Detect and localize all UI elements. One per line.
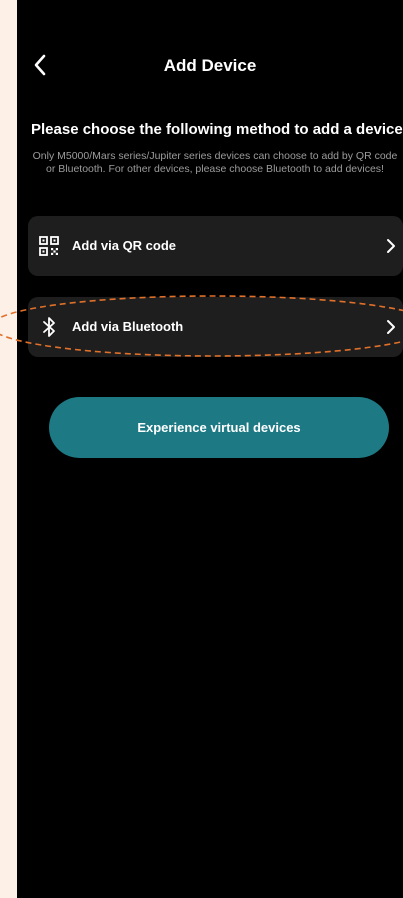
page-title: Add Device [163, 56, 257, 75]
chevron-right-icon [385, 236, 397, 256]
qr-code-icon [38, 235, 60, 257]
experience-virtual-devices-button[interactable]: Experience virtual devices [49, 397, 389, 458]
header-bar: Add Device [17, 46, 403, 88]
option-label: Add via QR code [72, 238, 177, 253]
add-via-qr-code-option[interactable]: Add via QR code [28, 216, 403, 276]
method-heading: Please choose the following method to ad… [31, 121, 403, 138]
add-via-bluetooth-option[interactable]: Add via Bluetooth [28, 297, 403, 357]
bluetooth-icon [38, 316, 60, 338]
method-description: Only M5000/Mars series/Jupiter series de… [32, 150, 398, 175]
option-label: Add via Bluetooth [72, 319, 184, 334]
app-screen: Add Device Please choose the following m… [17, 0, 403, 898]
chevron-right-icon [385, 317, 397, 337]
outer-frame: Add Device Please choose the following m… [0, 0, 403, 898]
